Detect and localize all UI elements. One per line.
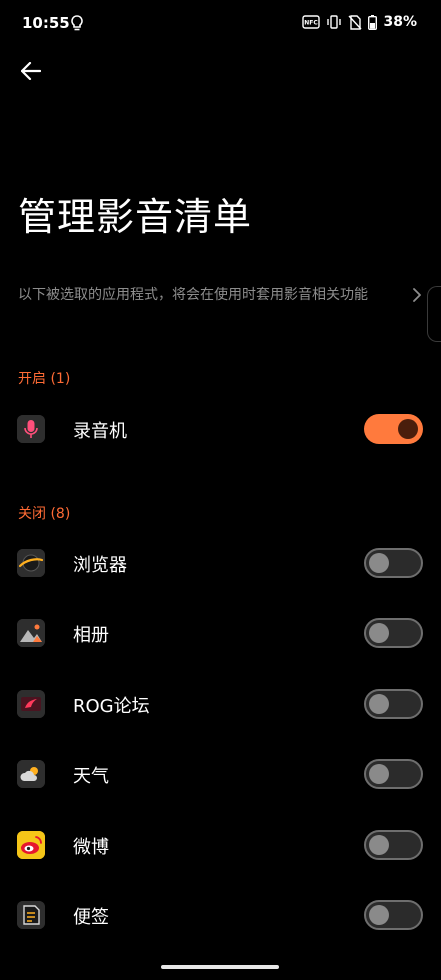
nfc-icon: NFC	[302, 15, 321, 29]
app-row-browser[interactable]: 浏览器	[0, 535, 441, 591]
status-bar: 10:55 NFC 38%	[0, 0, 441, 50]
app-name: 相册	[73, 625, 109, 646]
lightbulb-icon	[70, 15, 84, 31]
status-time: 10:55	[22, 14, 70, 32]
edge-panel-handle[interactable]	[427, 286, 441, 342]
app-row-weather[interactable]: 天气	[0, 746, 441, 802]
home-indicator[interactable]	[161, 965, 279, 969]
notes-icon	[17, 901, 45, 929]
toggle-weather[interactable]	[364, 759, 423, 789]
description-row[interactable]: 以下被选取的应用程式，将会在使用时套用影音相关功能	[18, 282, 423, 306]
toggle-browser[interactable]	[364, 548, 423, 578]
weather-icon	[17, 760, 45, 788]
toggle-rog-forum[interactable]	[364, 689, 423, 719]
app-row-weibo[interactable]: 微博	[0, 817, 441, 873]
app-row-rog-forum[interactable]: ROG论坛	[0, 676, 441, 732]
app-name: 便签	[73, 907, 109, 928]
weibo-icon	[17, 831, 45, 859]
app-name: 录音机	[73, 421, 127, 442]
voice-recorder-icon	[17, 415, 45, 443]
rog-forum-icon	[17, 690, 45, 718]
section-header-enabled: 开启 (1)	[18, 371, 71, 387]
app-name: ROG论坛	[73, 696, 150, 717]
app-name: 浏览器	[73, 555, 127, 576]
toggle-weibo[interactable]	[364, 830, 423, 860]
section-header-disabled: 关闭 (8)	[18, 506, 71, 522]
status-icons: NFC 38%	[302, 14, 417, 30]
battery-percent: 38%	[383, 14, 417, 30]
app-row-voice-recorder[interactable]: 录音机	[0, 401, 441, 457]
app-name: 微博	[73, 837, 109, 858]
back-button[interactable]	[14, 56, 48, 90]
toggle-voice-recorder[interactable]	[364, 414, 423, 444]
toggle-gallery[interactable]	[364, 618, 423, 648]
svg-text:NFC: NFC	[305, 20, 319, 27]
chevron-right-icon	[411, 287, 423, 302]
page-title: 管理影音清单	[18, 195, 253, 239]
app-row-notes[interactable]: 便签	[0, 887, 441, 943]
browser-icon	[17, 549, 45, 577]
battery-icon	[368, 14, 378, 30]
app-row-gallery[interactable]: 相册	[0, 605, 441, 661]
gallery-icon	[17, 619, 45, 647]
toggle-notes[interactable]	[364, 900, 423, 930]
description-text: 以下被选取的应用程式，将会在使用时套用影音相关功能	[18, 287, 368, 303]
no-sim-icon	[348, 14, 362, 30]
vibrate-icon	[326, 15, 342, 29]
arrow-left-icon	[20, 61, 42, 84]
app-name: 天气	[73, 766, 109, 787]
